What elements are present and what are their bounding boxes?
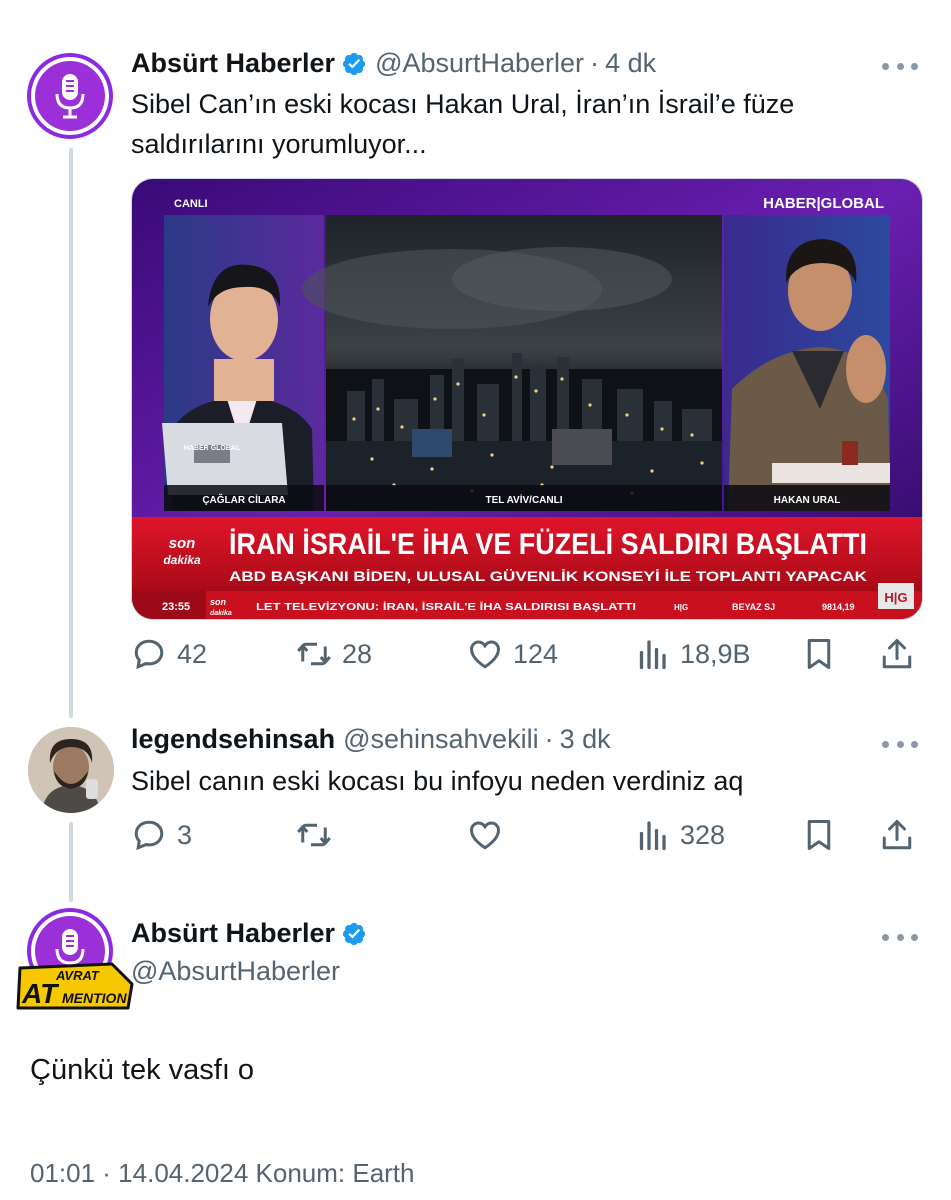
- retweet-count: 28: [342, 638, 373, 669]
- microphone-icon: [55, 74, 85, 119]
- like-button[interactable]: 124: [467, 636, 558, 672]
- center-caption: TEL AVİV/CANLI: [485, 493, 562, 506]
- tweet-text-line: Sibel Can’ın eski kocası Hakan Ural, İra…: [131, 89, 795, 119]
- reply-icon: [134, 639, 164, 670]
- sticker-line1: AVRAT: [55, 968, 100, 983]
- avatar[interactable]: [28, 727, 114, 813]
- tweet-header: Absürt Haberler: [131, 918, 367, 949]
- broadcast-image: CANLI HABER|GLOBAL ÇAĞLAR CİLARA TEL AVİ…: [132, 179, 922, 619]
- timestamp[interactable]: 3 dk: [560, 724, 611, 755]
- thread-line: [69, 148, 73, 718]
- avatar-photo: [28, 727, 114, 813]
- tweet-text: Çünkü tek vasfı o: [30, 1054, 255, 1086]
- headline: İRAN İSRAİL'E İHA VE FÜZELİ SALDIRI BAŞL…: [229, 528, 867, 561]
- separator-dot: ·: [544, 724, 554, 754]
- author-name[interactable]: legendsehinsah: [131, 724, 335, 755]
- bookmark-button[interactable]: [801, 817, 837, 853]
- like-count: 124: [513, 638, 559, 669]
- bookmark-button[interactable]: [801, 636, 837, 672]
- views-icon: [639, 640, 666, 670]
- share-icon: [882, 639, 912, 669]
- sticker-line2: AT: [21, 978, 60, 1009]
- ticker-time: 23:55: [162, 601, 190, 613]
- live-label: CANLI: [174, 198, 208, 210]
- author-handle[interactable]: @AbsurtHaberler: [375, 48, 584, 79]
- ticker-breaking: son: [210, 597, 227, 607]
- timestamp[interactable]: 4 dk: [605, 48, 656, 79]
- subheadline: ABD BAŞKANI BİDEN, ULUSAL GÜVENLİK KONSE…: [229, 568, 867, 584]
- retweet-icon: [297, 642, 331, 666]
- channel-logo: HABER|GLOBAL: [763, 195, 884, 212]
- sticker-line3: MENTION: [62, 990, 127, 1006]
- thread-line: [69, 822, 73, 902]
- views-button[interactable]: 18,9B: [634, 636, 751, 672]
- verified-icon: [342, 922, 366, 945]
- retweet-button[interactable]: [296, 817, 332, 853]
- retweet-button[interactable]: 28: [296, 636, 372, 672]
- tweet-text: Sibel canın eski kocası bu infoyu neden …: [131, 766, 744, 796]
- author-handle[interactable]: @sehinsahvekili: [343, 724, 539, 755]
- tweet-header: legendsehinsah @sehinsahvekili · 3 dk: [131, 724, 611, 755]
- views-button[interactable]: 328: [634, 817, 725, 853]
- ticker-text: LET TELEVİZYONU: İRAN, İSRAİL'E İHA SALD…: [256, 600, 636, 613]
- more-icon[interactable]: [882, 61, 918, 71]
- corner-logo: H|G: [884, 590, 907, 605]
- watermark-sticker: AVRAT AT MENTION: [16, 958, 134, 1012]
- like-icon: [469, 640, 501, 669]
- share-button[interactable]: [879, 817, 915, 853]
- right-caption: HAKAN URAL: [774, 495, 841, 506]
- share-icon: [882, 820, 912, 850]
- retweet-icon: [297, 823, 331, 847]
- tweet-text-line: saldırılarını yorumluyor...: [131, 129, 427, 159]
- breaking-label-2: dakika: [163, 553, 201, 567]
- tweet-actions: 3 328: [131, 817, 921, 857]
- breaking-label: son: [169, 535, 196, 552]
- ticker-market: BEYAZ SJ: [732, 602, 775, 612]
- like-icon: [469, 821, 501, 850]
- reply-count: 42: [177, 638, 208, 669]
- tweet-text: Sibel Can’ın eski kocası Hakan Ural, İra…: [131, 84, 794, 164]
- like-button[interactable]: [467, 817, 503, 853]
- author-handle[interactable]: @AbsurtHaberler: [131, 956, 340, 987]
- avatar[interactable]: [27, 53, 113, 139]
- more-icon[interactable]: [882, 932, 918, 942]
- author-name[interactable]: Absürt Haberler: [131, 918, 335, 949]
- reply-count: 3: [177, 819, 193, 850]
- reply-icon: [134, 820, 164, 851]
- author-name[interactable]: Absürt Haberler: [131, 48, 335, 79]
- tweet-actions: 42 28 124 18,9B: [131, 636, 921, 676]
- share-button[interactable]: [879, 636, 915, 672]
- reply-button[interactable]: 3: [131, 817, 192, 853]
- tweet-header: Absürt Haberler @AbsurtHaberler · 4 dk: [131, 48, 656, 79]
- tweet-metadata: 01:01 · 14.04.2024 Konum: Earth: [30, 1158, 415, 1188]
- bookmark-icon: [807, 639, 831, 669]
- reply-button[interactable]: 42: [131, 636, 207, 672]
- more-icon[interactable]: [882, 739, 918, 749]
- bookmark-icon: [807, 820, 831, 850]
- views-count: 328: [680, 819, 726, 850]
- verified-icon: [342, 52, 366, 75]
- views-count: 18,9B: [680, 638, 751, 669]
- ticker-index: 9814,19: [822, 602, 855, 612]
- tweet-media[interactable]: CANLI HABER|GLOBAL ÇAĞLAR CİLARA TEL AVİ…: [131, 178, 923, 620]
- ticker-breaking-2: dakika: [210, 610, 232, 617]
- ticker-tag: H|G: [674, 603, 688, 612]
- tweet-subheader: @AbsurtHaberler: [131, 956, 340, 987]
- separator-dot: ·: [590, 48, 600, 78]
- views-icon: [639, 821, 666, 851]
- laptop-label: HABER GLOBAL: [184, 445, 241, 452]
- left-caption: ÇAĞLAR CİLARA: [202, 493, 285, 506]
